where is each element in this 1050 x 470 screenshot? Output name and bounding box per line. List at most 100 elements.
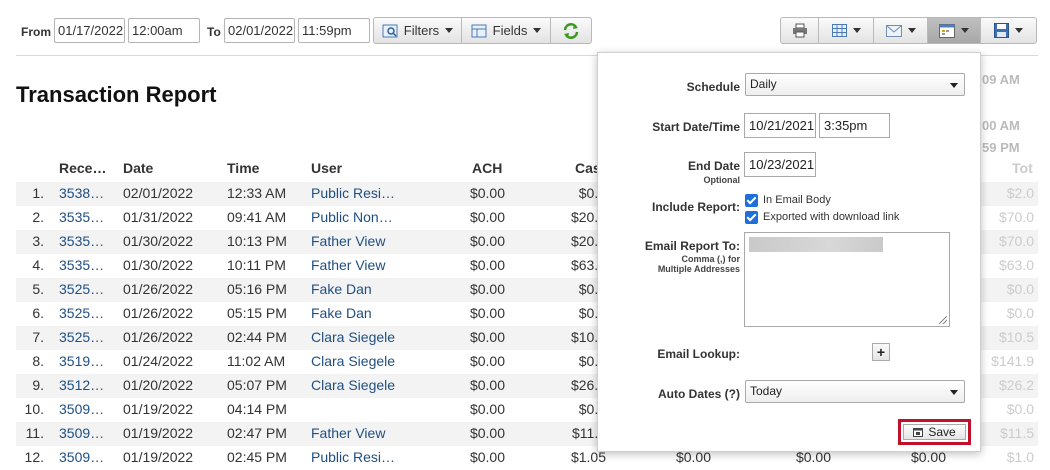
row-number: 8. [32,353,44,369]
row-number: 1. [32,185,44,201]
resize-grip-icon[interactable] [939,316,947,324]
receipt-link[interactable]: 3519… [59,353,104,369]
refresh-icon [563,22,579,39]
user-link[interactable]: Public Resi… [311,185,395,201]
from-date-input[interactable]: 01/17/2022 [54,18,125,43]
user-link[interactable]: Clara Siegele [311,377,395,393]
email-lookup-label: Email Lookup: [657,347,740,361]
receipt-link[interactable]: 3509… [59,401,104,417]
row-time: 09:41 AM [227,209,287,225]
email-hint-1: Comma (,) for [681,254,741,264]
cash-amount: $0.0 [578,185,606,201]
row-number: 9. [32,377,44,393]
to-date-input[interactable]: 02/01/2022 [224,18,295,43]
schedule-menu-button[interactable] [927,17,981,44]
col-total[interactable]: Tot [1012,160,1033,176]
to-time-input[interactable]: 11:59pm [298,18,370,43]
receipt-link[interactable]: 3525… [59,305,104,321]
ach-amount: $0.00 [469,257,505,273]
col-date[interactable]: Date [123,160,153,176]
schedule-select[interactable]: Daily [745,73,965,96]
include-report-label: Include Report: [651,200,740,214]
row-date: 02/01/2022 [123,185,194,201]
row-number: 4. [32,257,44,273]
auto-dates-label: Auto Dates (?) [658,387,740,401]
redacted-email [749,237,883,252]
in-email-body-label: In Email Body [763,194,831,206]
col-time[interactable]: Time [227,160,259,176]
auto-dates-value: Today [750,384,783,398]
receipt-link[interactable]: 3535… [59,233,104,249]
in-email-body-checkbox[interactable] [745,194,758,207]
table-menu-button[interactable] [818,17,874,44]
from-time-input[interactable]: 12:00am [128,18,200,43]
ach-amount: $0.00 [469,329,505,345]
receipt-link[interactable]: 3525… [59,281,104,297]
row-time: 05:16 PM [227,281,287,297]
row-number: 6. [32,305,44,321]
filters-button[interactable]: Filters [373,17,462,44]
download-link-label: Exported with download link [763,211,900,223]
cash-amount: $0.0 [578,353,606,369]
row-date: 01/26/2022 [123,281,194,297]
start-datetime-label: Start Date/Time [652,120,740,134]
receipt-link[interactable]: 3512… [59,377,104,393]
user-link[interactable]: Clara Siegele [311,353,395,369]
row-number: 7. [32,329,44,345]
row-number: 3. [32,233,44,249]
report-toolbar: From 01/17/2022 12:00am To 02/01/2022 11… [0,0,1050,58]
ach-amount: $0.00 [469,377,505,393]
auto-dates-select[interactable]: Today [745,380,965,403]
user-link[interactable]: Fake Dan [311,305,372,321]
add-email-button[interactable]: + [872,343,890,361]
cash-amount: $0.0 [578,281,606,297]
email-recipients-textarea[interactable] [744,232,950,327]
columns-icon [471,24,487,37]
cash-amount: $10.5 [570,329,606,345]
end-date-label: End Date [687,159,740,173]
schedule-select-value: Daily [750,77,777,91]
fields-button[interactable]: Fields [461,17,551,44]
col-ach[interactable]: ACH [472,160,502,176]
start-time-input[interactable]: 3:35pm [819,113,890,138]
user-link[interactable]: Fake Dan [311,281,372,297]
receipt-link[interactable]: 3538… [59,185,104,201]
user-link[interactable]: Father View [311,425,385,441]
chevron-down-icon [961,28,969,33]
row-date: 01/20/2022 [123,377,194,393]
calendar-icon [913,428,924,437]
row-date: 01/19/2022 [123,425,194,441]
row-time: 02:44 PM [227,329,287,345]
refresh-button[interactable] [550,17,592,44]
start-date-input[interactable]: 10/21/2021 [744,113,816,138]
chevron-down-icon [950,83,958,88]
col-user[interactable]: User [311,160,342,176]
user-link[interactable]: Public Non… [311,209,393,225]
user-link[interactable]: Father View [311,257,385,273]
print-button[interactable] [780,17,819,44]
row-time: 11:02 AM [227,353,286,369]
col-receipt[interactable]: Rece… [59,160,106,176]
receipt-link[interactable]: 3535… [59,257,104,273]
filters-button-label: Filters [403,23,440,38]
receipt-link[interactable]: 3525… [59,329,104,345]
email-menu-button[interactable] [873,17,928,44]
receipt-link[interactable]: 3535… [59,209,104,225]
save-highlight: Save [898,419,971,445]
report-time-1: 09 AM [982,72,1020,87]
to-label: To [207,25,221,39]
receipt-link[interactable]: 3509… [59,425,104,441]
row-date: 01/30/2022 [123,233,194,249]
user-link[interactable]: Father View [311,233,385,249]
user-link[interactable]: Clara Siegele [311,329,395,345]
ach-amount: $0.00 [469,209,505,225]
save-button[interactable]: Save [903,424,966,440]
end-date-input[interactable]: 10/23/2021 [744,152,816,177]
row-date: 01/30/2022 [123,257,194,273]
download-link-checkbox[interactable] [745,211,758,224]
row-time: 02:47 PM [227,425,287,441]
save-menu-button[interactable] [980,17,1037,44]
row-number: 2. [32,209,44,225]
row-date: 01/31/2022 [123,209,194,225]
report-time-2: 00 AM [982,118,1020,133]
